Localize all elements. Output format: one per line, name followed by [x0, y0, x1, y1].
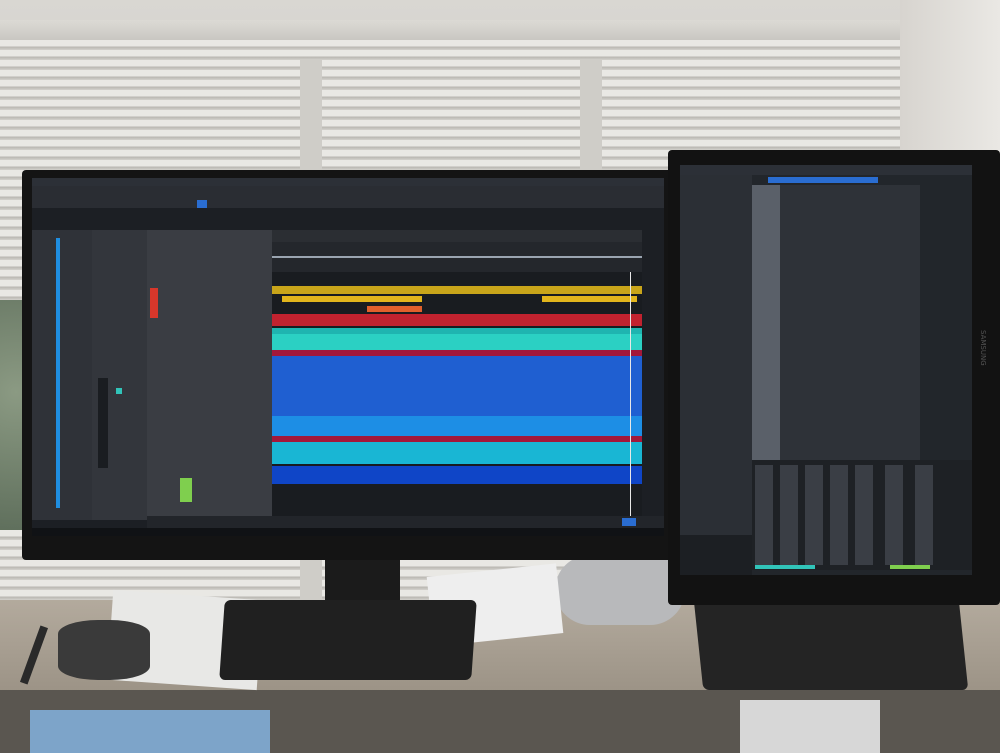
monitor-base	[219, 600, 477, 680]
automation-line	[272, 256, 642, 258]
mixer-channel-strip[interactable]	[915, 465, 933, 565]
track-list-panel[interactable]	[32, 230, 92, 520]
clip-lane[interactable]	[272, 334, 642, 350]
clip-lane[interactable]	[272, 416, 642, 436]
mixer-channel-strip[interactable]	[885, 465, 903, 565]
clip-lane[interactable]	[272, 466, 642, 484]
headphones	[555, 555, 685, 625]
title-bar	[32, 178, 664, 186]
console-sidebar-buttons[interactable]	[680, 535, 752, 575]
track-headers[interactable]	[147, 230, 272, 520]
console-channel-selected[interactable]	[752, 185, 780, 465]
inspector-panel[interactable]	[92, 230, 147, 520]
round-object	[58, 620, 150, 680]
left-monitor-screen	[32, 178, 664, 536]
mixer-channel-strip[interactable]	[830, 465, 848, 565]
clip-lane[interactable]	[367, 306, 422, 312]
console-channels[interactable]	[780, 185, 920, 465]
record-enable-button[interactable]	[150, 288, 158, 318]
cd-cases	[740, 700, 880, 753]
mixer-channel-strip[interactable]	[855, 465, 873, 565]
timeline-ruler[interactable]	[272, 230, 642, 242]
meter	[116, 388, 122, 394]
track-color-strip	[56, 238, 60, 508]
clip-lane[interactable]	[272, 314, 642, 326]
clip-lane[interactable]	[272, 286, 642, 294]
volume-fader-track[interactable]	[98, 378, 108, 468]
selected-track-indicator	[180, 478, 192, 502]
arrangement-area[interactable]	[272, 272, 642, 522]
channel-color-bar	[890, 565, 930, 569]
clip-lane[interactable]	[272, 356, 642, 416]
monitor-base	[692, 590, 969, 690]
toolbar[interactable]	[32, 186, 664, 208]
mixer-channel-strip[interactable]	[755, 465, 773, 565]
blue-box	[30, 710, 270, 753]
clip-lane[interactable]	[542, 296, 637, 302]
playhead[interactable]	[630, 272, 631, 522]
right-monitor-screen	[680, 165, 972, 575]
os-taskbar[interactable]	[32, 528, 664, 536]
transport-play-button[interactable]	[622, 518, 636, 526]
console-header[interactable]	[680, 165, 972, 175]
clip-lane[interactable]	[282, 296, 422, 302]
monitor-brand-label: SAMSUNG	[979, 330, 987, 366]
mixer-channel-strip[interactable]	[780, 465, 798, 565]
console-tab-bar[interactable]	[768, 177, 878, 183]
clip-lane[interactable]	[272, 442, 642, 464]
console-channel-list[interactable]	[680, 175, 752, 535]
tool-select-button[interactable]	[197, 200, 207, 208]
mixer-channel-strip[interactable]	[805, 465, 823, 565]
channel-color-bar	[755, 565, 815, 569]
